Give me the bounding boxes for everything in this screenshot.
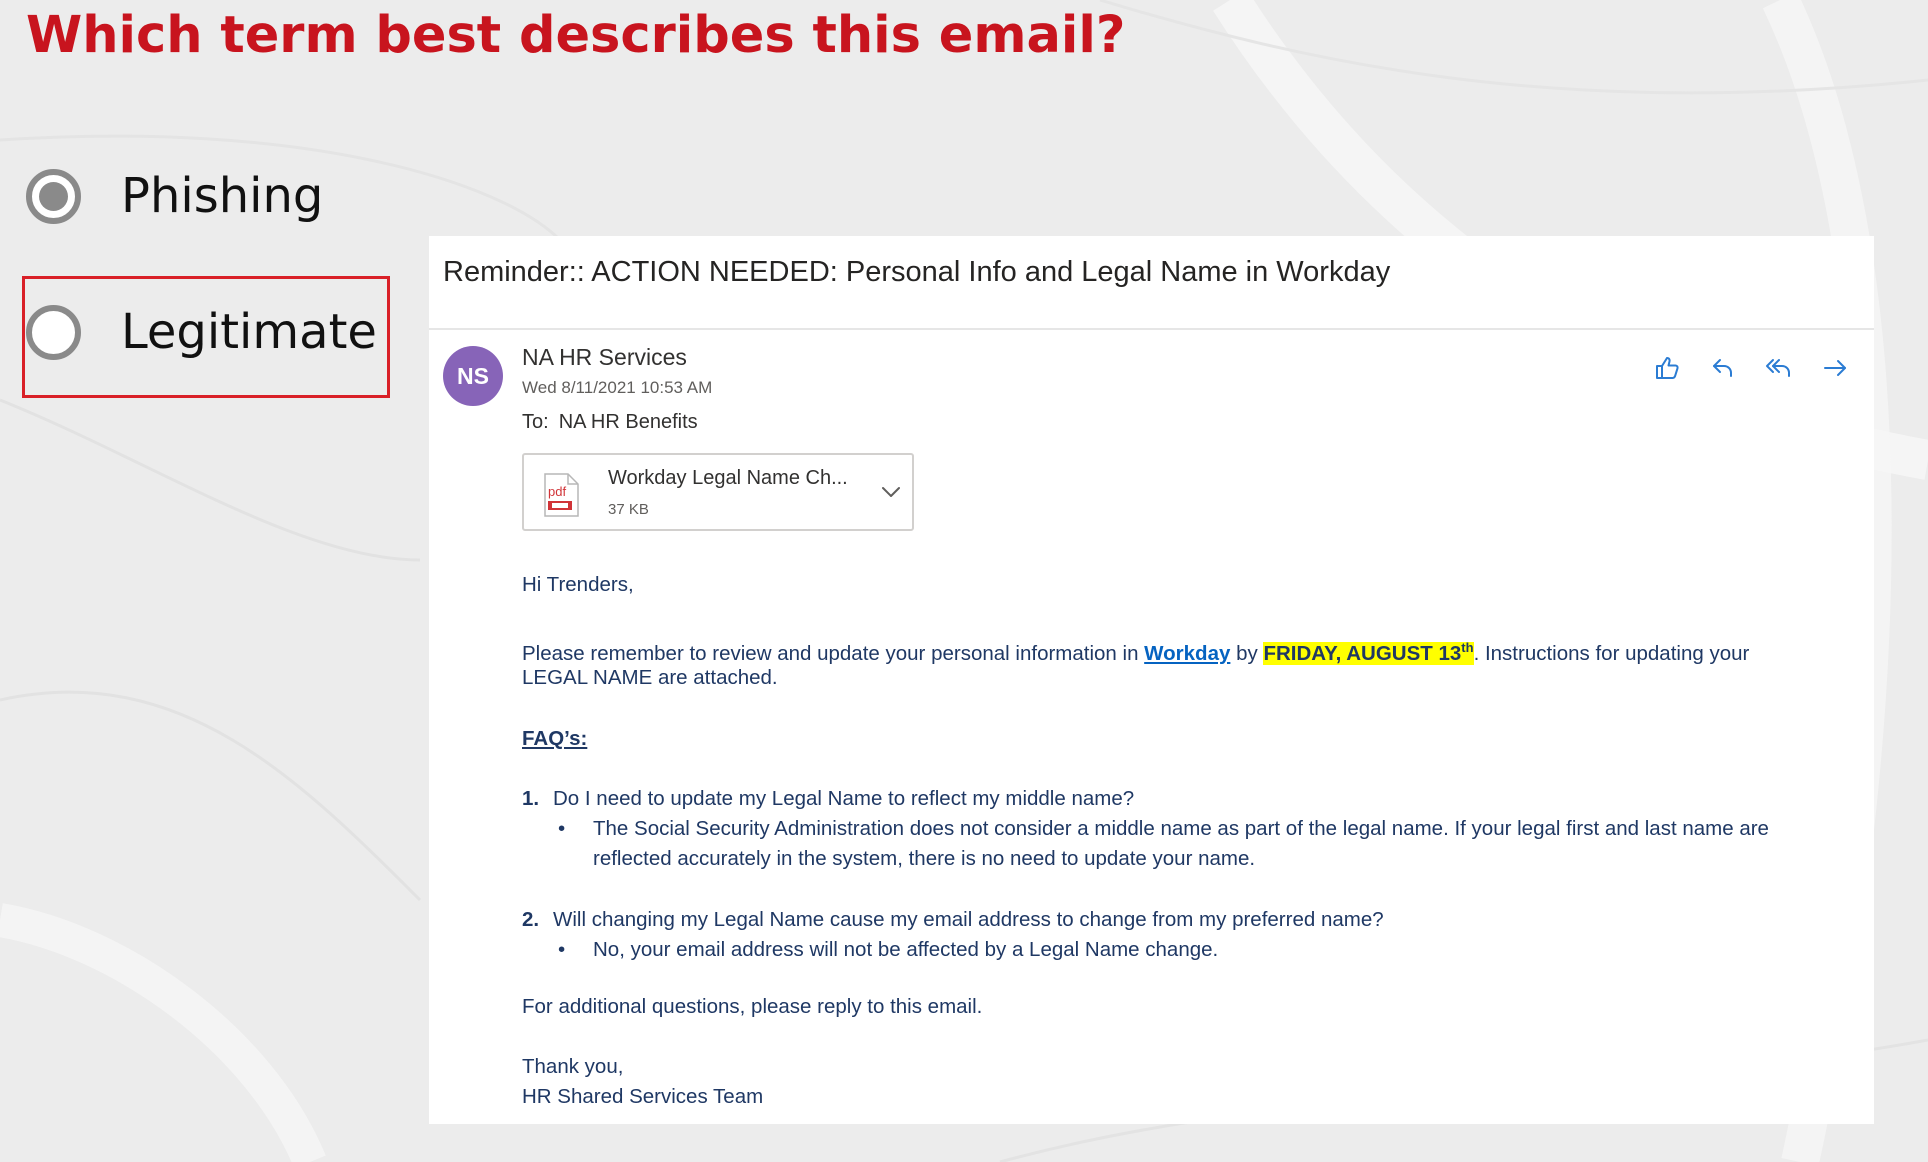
forward-icon[interactable]: [1818, 351, 1852, 385]
faq-answer-text: The Social Security Administration does …: [593, 817, 1769, 840]
avatar: NS: [443, 346, 503, 406]
email-actions: [1650, 351, 1852, 385]
email-greeting: Hi Trenders,: [522, 573, 634, 596]
paragraph-text: by: [1230, 641, 1264, 665]
faq-number: 2.: [522, 908, 540, 931]
paragraph-text: . Instructions for updating your: [1473, 641, 1750, 665]
workday-link[interactable]: Workday: [1144, 642, 1230, 665]
attachment-card[interactable]: pdf Workday Legal Name Ch... 37 KB: [522, 453, 914, 531]
email-paragraph-line2: LEGAL NAME are attached.: [522, 666, 778, 689]
faq-answer-text: No, your email address will not be affec…: [593, 938, 1219, 961]
faq-question-text: Do I need to update my Legal Name to ref…: [553, 787, 1135, 810]
option-phishing[interactable]: Phishing: [26, 160, 323, 232]
faq-question-text: Will changing my Legal Name cause my ema…: [553, 908, 1384, 931]
faq-number: 1.: [522, 787, 540, 810]
signoff: Thank you,: [522, 1055, 624, 1078]
faq-question: 1. Do I need to update my Legal Name to r…: [522, 784, 1134, 814]
sender-name: NA HR Services: [522, 344, 687, 370]
email-subject: Reminder:: ACTION NEEDED: Personal Info …: [443, 256, 1391, 288]
like-icon[interactable]: [1650, 351, 1684, 385]
radio-selected-icon[interactable]: [26, 168, 81, 224]
signature: HR Shared Services Team: [522, 1085, 764, 1108]
deadline-text: FRIDAY, AUGUST 13: [1263, 641, 1462, 665]
paragraph-text: Please remember to review and update you…: [522, 641, 1145, 665]
closing-note: For additional questions, please reply t…: [522, 995, 983, 1018]
email-date: Wed 8/11/2021 10:53 AM: [522, 378, 713, 397]
chevron-down-icon[interactable]: [878, 479, 904, 510]
radio-unselected-icon[interactable]: [26, 304, 81, 360]
attachment-name: Workday Legal Name Ch...: [608, 467, 848, 489]
reply-icon[interactable]: [1706, 351, 1740, 385]
pdf-file-icon: pdf: [542, 473, 580, 522]
svg-text:pdf: pdf: [548, 484, 566, 499]
faq-answer-text: reflected accurately in the system, ther…: [593, 847, 1256, 870]
faq-question: 2. Will changing my Legal Name cause my e…: [522, 905, 1384, 935]
to-label: To:: [522, 411, 549, 433]
deadline-suffix: th: [1461, 640, 1474, 655]
option-legitimate[interactable]: Legitimate: [26, 296, 377, 368]
recipient-name: NA HR Benefits: [558, 411, 698, 433]
quiz-question: Which term best describes this email?: [26, 6, 1126, 65]
deadline-highlight: FRIDAY, AUGUST 13th: [1263, 640, 1474, 665]
reply-all-icon[interactable]: [1762, 351, 1796, 385]
divider: [429, 328, 1874, 330]
bullet-icon: •: [558, 938, 566, 961]
option-label: Legitimate: [121, 304, 377, 360]
email-preview: Reminder:: ACTION NEEDED: Personal Info …: [429, 236, 1874, 1124]
bullet-icon: •: [558, 817, 566, 840]
attachment-size: 37 KB: [608, 501, 649, 518]
recipient-line: To: NA HR Benefits: [522, 411, 698, 434]
option-label: Phishing: [121, 168, 324, 224]
faq-heading: FAQ’s:: [522, 727, 588, 750]
